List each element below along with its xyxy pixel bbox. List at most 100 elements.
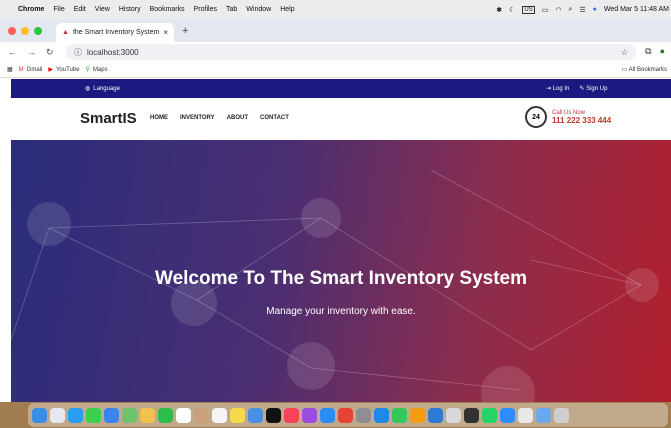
- contacts-icon[interactable]: [194, 407, 209, 423]
- menu-profiles[interactable]: Profiles: [194, 6, 217, 13]
- tab-title: the Smart Inventory System: [72, 29, 160, 36]
- wifi-icon[interactable]: ◠: [555, 6, 561, 14]
- site-info-icon[interactable]: ⓘ: [74, 47, 82, 58]
- profile-avatar[interactable]: ●: [660, 46, 665, 57]
- site-top-strip: ◍ Language ⇥ Log In ✎ Sign Up: [11, 79, 671, 98]
- menu-file[interactable]: File: [53, 6, 64, 13]
- macos-menubar: Chrome File Edit View History Bookmarks …: [0, 0, 671, 19]
- activity-monitor-icon[interactable]: [464, 407, 479, 423]
- bookmark-label: Maps: [92, 66, 108, 73]
- url-text: localhost:3000: [87, 47, 139, 57]
- bookmark-maps[interactable]: ⚲ Maps: [85, 66, 108, 74]
- hero-banner: Welcome To The Smart Inventory System Ma…: [11, 140, 671, 402]
- tab-favicon-icon: ▲: [62, 29, 69, 36]
- vscode-icon[interactable]: [428, 407, 443, 423]
- photos-icon[interactable]: [140, 407, 155, 423]
- search-icon[interactable]: ⌕: [568, 6, 572, 14]
- numbers-icon[interactable]: [392, 407, 407, 423]
- calendar-icon[interactable]: [176, 407, 191, 423]
- zoom-window-button[interactable]: [34, 26, 42, 35]
- music-icon[interactable]: [284, 407, 299, 423]
- signup-label: Sign Up: [586, 86, 608, 92]
- extensions-icon[interactable]: ⧉: [645, 46, 651, 57]
- zoom-icon[interactable]: [500, 407, 515, 423]
- pages-icon[interactable]: [410, 407, 425, 423]
- signup-link[interactable]: ✎ Sign Up: [579, 85, 607, 92]
- apps-grid-icon[interactable]: ▦: [7, 66, 13, 73]
- finder-icon[interactable]: [32, 407, 47, 423]
- bluetooth-icon[interactable]: ✱: [496, 6, 502, 14]
- datetime[interactable]: Wed Mar 5 11:48 AM: [604, 6, 669, 13]
- podcasts-icon[interactable]: [302, 407, 317, 423]
- language-label: Language: [93, 85, 120, 92]
- nav-inventory[interactable]: INVENTORY: [180, 115, 215, 121]
- browser-tab[interactable]: ▲ the Smart Inventory System ×: [56, 23, 174, 42]
- back-icon[interactable]: ←: [8, 47, 17, 58]
- menu-help[interactable]: Help: [280, 6, 294, 13]
- safari-icon[interactable]: [68, 407, 83, 423]
- trash-icon[interactable]: [554, 407, 569, 423]
- site-logo[interactable]: SmartIS: [80, 110, 137, 127]
- control-center-icon[interactable]: ☰: [579, 6, 585, 14]
- bookmarks-bar: ▦ M Gmail ▶ YouTube ⚲ Maps ▭ All Bookmarks: [0, 62, 671, 78]
- mail-icon[interactable]: [104, 407, 119, 423]
- bookmark-youtube[interactable]: ▶ YouTube: [48, 66, 79, 74]
- keyboard-input-badge[interactable]: US: [522, 5, 535, 14]
- nav-about[interactable]: ABOUT: [227, 115, 248, 121]
- settings-icon[interactable]: [356, 407, 371, 423]
- youtube-icon: ▶: [48, 67, 53, 73]
- facetime-icon[interactable]: [158, 407, 173, 423]
- close-window-button[interactable]: [8, 26, 16, 35]
- app-name-menu[interactable]: Chrome: [18, 6, 44, 13]
- menu-window[interactable]: Window: [246, 6, 271, 13]
- forward-icon[interactable]: →: [27, 47, 36, 58]
- launchpad-icon[interactable]: [50, 407, 65, 423]
- preview-icon[interactable]: [446, 407, 461, 423]
- menu-history[interactable]: History: [119, 6, 141, 13]
- macos-dock: [28, 403, 668, 427]
- menu-view[interactable]: View: [95, 6, 110, 13]
- whatsapp-icon[interactable]: [482, 407, 497, 423]
- exchange-icon: [287, 342, 335, 390]
- downloads-icon[interactable]: [536, 407, 551, 423]
- minimize-window-button[interactable]: [21, 26, 29, 35]
- xcode-icon[interactable]: [374, 407, 389, 423]
- messages-icon[interactable]: [86, 407, 101, 423]
- boxes-icon: [301, 198, 341, 238]
- language-selector[interactable]: ◍ Language: [85, 85, 120, 93]
- phone-24-icon: 24: [525, 106, 547, 128]
- tab-bar: ▲ the Smart Inventory System × +: [0, 19, 671, 42]
- tv-icon[interactable]: [266, 407, 281, 423]
- nav-contact[interactable]: CONTACT: [260, 115, 289, 121]
- app-store-icon[interactable]: [320, 407, 335, 423]
- siri-icon[interactable]: ●: [593, 6, 597, 13]
- notes-icon[interactable]: [230, 407, 245, 423]
- menu-bookmarks[interactable]: Bookmarks: [150, 6, 185, 13]
- bookmark-star-icon[interactable]: ☆: [621, 48, 628, 57]
- folder-icon[interactable]: [518, 407, 533, 423]
- desktop-background: [0, 402, 671, 428]
- nav-home[interactable]: HOME: [150, 115, 168, 121]
- freeform-icon[interactable]: [248, 407, 263, 423]
- address-bar-row: ← → ↻ ⓘ localhost:3000 ☆ ⧉ ●: [0, 42, 671, 62]
- maps-icon: ⚲: [85, 67, 90, 73]
- bookmark-label: Gmail: [26, 66, 43, 73]
- reload-icon[interactable]: ↻: [46, 47, 54, 58]
- login-link[interactable]: ⇥ Log In: [546, 85, 569, 92]
- close-tab-icon[interactable]: ×: [163, 28, 168, 37]
- battery-icon[interactable]: ▭: [542, 6, 549, 14]
- hero-subtitle: Manage your inventory with ease.: [266, 306, 416, 317]
- reminders-icon[interactable]: [212, 407, 227, 423]
- menu-edit[interactable]: Edit: [74, 6, 86, 13]
- maps-app-icon[interactable]: [122, 407, 137, 423]
- all-bookmarks-button[interactable]: ▭ All Bookmarks: [622, 66, 667, 73]
- all-bookmarks-label: All Bookmarks: [628, 67, 667, 73]
- chrome-icon[interactable]: [338, 407, 353, 423]
- menu-tab[interactable]: Tab: [226, 6, 237, 13]
- globe-icon: ◍: [85, 86, 91, 92]
- moon-icon[interactable]: ☾: [509, 6, 515, 14]
- new-tab-button[interactable]: +: [182, 25, 188, 37]
- call-us-block[interactable]: 24 Call Us Now 111 222 333 444: [525, 106, 611, 128]
- url-field[interactable]: ⓘ localhost:3000 ☆: [66, 44, 636, 60]
- bookmark-gmail[interactable]: M Gmail: [19, 67, 43, 73]
